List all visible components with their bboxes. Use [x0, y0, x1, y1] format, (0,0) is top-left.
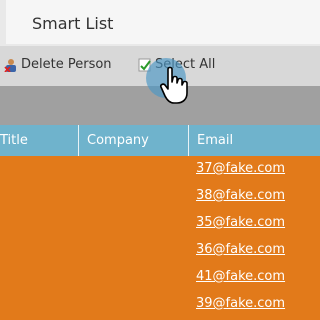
smart-list-tab[interactable]: Smart List [6, 0, 320, 44]
header-bar: Smart List [0, 0, 320, 46]
column-header-email[interactable]: Email [197, 125, 233, 156]
table-body: 37@fake.com 38@fake.com 35@fake.com 36@f… [0, 156, 320, 320]
email-link[interactable]: 41@fake.com [196, 269, 285, 284]
email-link[interactable]: 37@fake.com [196, 161, 285, 176]
page-title: Smart List [32, 14, 114, 33]
column-header-company[interactable]: Company [87, 125, 149, 156]
delete-person-icon [4, 58, 16, 72]
email-link[interactable]: 38@fake.com [196, 188, 285, 203]
delete-person-button[interactable]: Delete Person [4, 57, 112, 72]
email-link[interactable]: 39@fake.com [196, 296, 285, 311]
column-header-title[interactable]: Title [0, 125, 28, 156]
table-header: Title Company Email [0, 125, 320, 156]
hand-cursor-icon [160, 66, 188, 104]
column-divider[interactable] [78, 125, 79, 156]
column-divider[interactable] [188, 125, 189, 156]
email-link[interactable]: 35@fake.com [196, 215, 285, 230]
delete-person-label: Delete Person [21, 57, 112, 72]
email-link[interactable]: 36@fake.com [196, 242, 285, 257]
